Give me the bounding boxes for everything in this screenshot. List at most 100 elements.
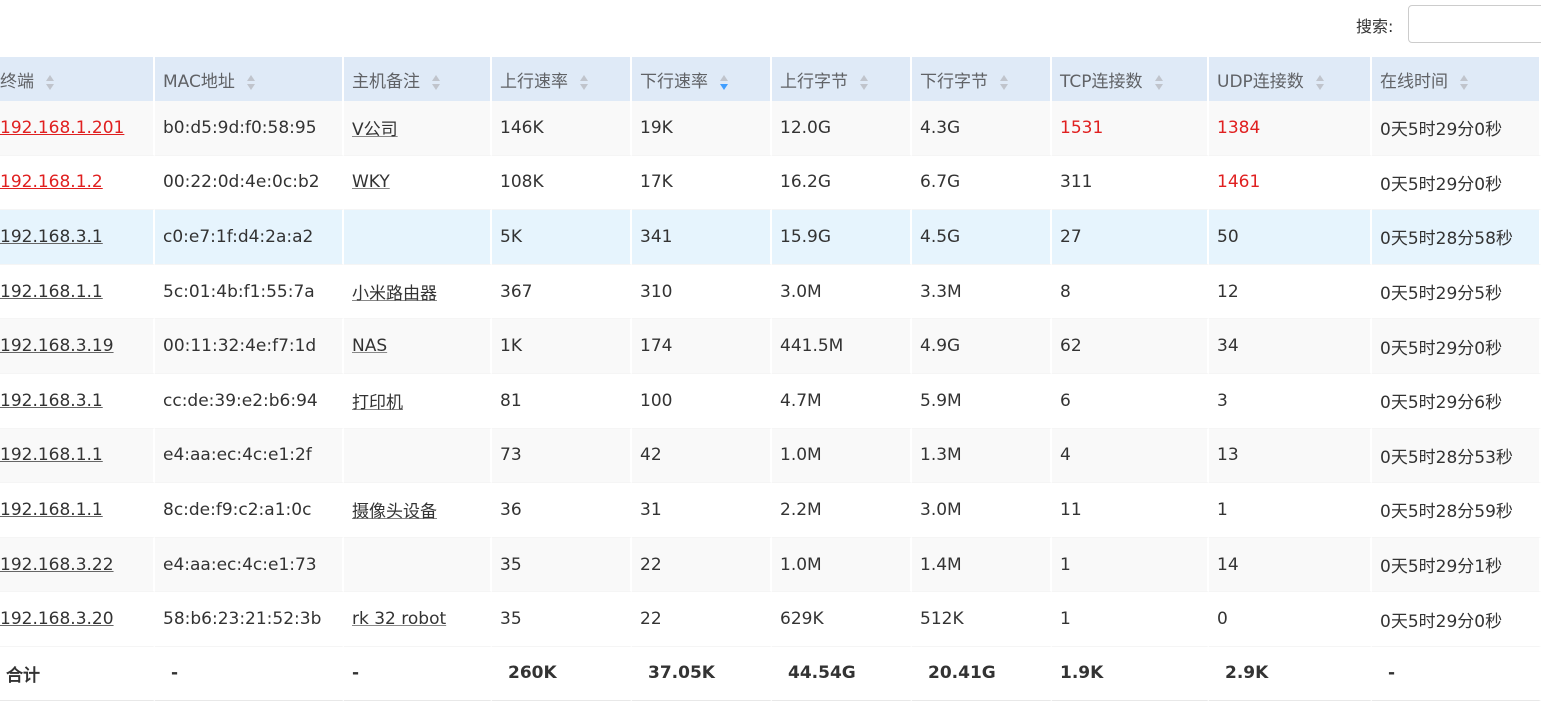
cell-online: 0天5时29分0秒 — [1372, 319, 1541, 374]
cell-down-bytes: 3.3M — [912, 264, 1052, 320]
sort-icon[interactable] — [860, 74, 869, 90]
cell-down-rate: 19K — [632, 101, 772, 156]
column-header-udp[interactable]: UDP连接数 — [1209, 57, 1372, 101]
table-header-row: 终端 MAC地址 主机备注 上行速率 下行速率 上行字节 下行字节 TCP连接数… — [0, 57, 1541, 101]
sort-desc-icon[interactable] — [720, 74, 729, 90]
cell-udp: 0 — [1209, 592, 1372, 647]
column-label: 主机备注 — [352, 71, 420, 92]
table-row: 192.168.1.201 b0:d5:9d:f0:58:95 V公司 146K… — [0, 101, 1541, 156]
column-header-up-rate[interactable]: 上行速率 — [492, 57, 632, 101]
column-header-note[interactable]: 主机备注 — [344, 57, 492, 101]
cell-mac: 5c:01:4b:f1:55:7a — [155, 264, 344, 320]
cell-up-rate: 35 — [492, 592, 632, 647]
ip-link[interactable]: 192.168.1.2 — [0, 172, 103, 192]
cell-up-rate: 36 — [492, 483, 632, 538]
search-label: 搜索: — [1356, 17, 1394, 36]
column-header-mac[interactable]: MAC地址 — [155, 57, 344, 101]
column-header-up-bytes[interactable]: 上行字节 — [772, 57, 912, 101]
cell-udp: 1384 — [1209, 101, 1372, 156]
cell-down-rate: 42 — [632, 428, 772, 484]
column-label: 下行速率 — [640, 71, 708, 92]
cell-up-bytes: 441.5M — [772, 319, 912, 374]
cell-up-rate: 5K — [492, 210, 632, 265]
ip-link[interactable]: 192.168.3.22 — [0, 555, 114, 575]
ip-link[interactable]: 192.168.3.1 — [0, 391, 103, 411]
cell-udp: 13 — [1209, 428, 1372, 484]
cell-ip: 192.168.3.1 — [0, 373, 155, 429]
column-header-down-bytes[interactable]: 下行字节 — [912, 57, 1052, 101]
sort-icon[interactable] — [432, 74, 441, 90]
note-link[interactable]: 摄像头设备 — [352, 502, 437, 522]
totals-label: 合计 — [0, 646, 155, 701]
cell-down-bytes: 1.4M — [912, 537, 1052, 593]
cell-tcp: 311 — [1052, 155, 1209, 211]
cell-down-bytes: 3.0M — [912, 483, 1052, 538]
cell-mac: 00:11:32:4e:f7:1d — [155, 319, 344, 374]
cell-udp: 34 — [1209, 319, 1372, 374]
sort-icon[interactable] — [246, 74, 256, 90]
column-label: UDP连接数 — [1217, 71, 1304, 92]
sort-icon[interactable] — [1000, 74, 1009, 90]
sort-icon[interactable] — [580, 74, 589, 90]
table-row: 192.168.3.1 c0:e7:1f:d4:2a:a2 5K 341 15.… — [0, 210, 1541, 265]
cell-mac: e4:aa:ec:4c:e1:73 — [155, 537, 344, 593]
cell-up-rate: 146K — [492, 101, 632, 156]
ip-link[interactable]: 192.168.3.20 — [0, 609, 114, 629]
cell-online: 0天5时29分6秒 — [1372, 373, 1541, 429]
cell-online: 0天5时29分5秒 — [1372, 264, 1541, 320]
search-input[interactable] — [1408, 5, 1541, 43]
cell-up-bytes: 1.0M — [772, 428, 912, 484]
column-label: 下行字节 — [920, 71, 988, 92]
table-row: 192.168.3.20 58:b6:23:21:52:3b rk 32 rob… — [0, 592, 1541, 647]
sort-icon[interactable] — [1154, 74, 1164, 90]
cell-down-rate: 341 — [632, 210, 772, 265]
ip-link[interactable]: 192.168.3.19 — [0, 336, 114, 356]
cell-ip: 192.168.1.2 — [0, 155, 155, 211]
cell-down-bytes: 4.3G — [912, 101, 1052, 156]
cell-up-bytes: 15.9G — [772, 210, 912, 265]
cell-up-rate: 81 — [492, 373, 632, 429]
column-header-online[interactable]: 在线时间 — [1372, 57, 1541, 101]
cell-up-rate: 367 — [492, 264, 632, 320]
note-link[interactable]: WKY — [352, 172, 390, 192]
totals-down-bytes: 20.41G — [912, 646, 1052, 701]
column-label: 上行字节 — [780, 71, 848, 92]
column-header-terminal[interactable]: 终端 — [0, 57, 155, 101]
cell-tcp: 1 — [1052, 592, 1209, 647]
cell-tcp: 4 — [1052, 428, 1209, 484]
cell-ip: 192.168.3.22 — [0, 537, 155, 593]
ip-link[interactable]: 192.168.3.1 — [0, 227, 103, 247]
cell-tcp: 11 — [1052, 483, 1209, 538]
cell-down-bytes: 5.9M — [912, 373, 1052, 429]
ip-link[interactable]: 192.168.1.1 — [0, 282, 103, 302]
ip-link[interactable]: 192.168.1.201 — [0, 118, 124, 138]
note-link[interactable]: rk 32 robot — [352, 609, 446, 629]
sort-icon[interactable] — [46, 74, 55, 90]
totals-row: 合计 - - 260K 37.05K 44.54G 20.41G 1.9K 2.… — [0, 646, 1541, 701]
cell-down-rate: 310 — [632, 264, 772, 320]
cell-mac: e4:aa:ec:4c:e1:2f — [155, 428, 344, 484]
cell-note: 小米路由器 — [344, 264, 492, 320]
cell-down-rate: 17K — [632, 155, 772, 211]
cell-ip: 192.168.3.19 — [0, 319, 155, 374]
cell-ip: 192.168.3.20 — [0, 592, 155, 647]
sort-icon[interactable] — [1460, 74, 1469, 90]
note-link[interactable]: 小米路由器 — [352, 284, 437, 304]
note-link[interactable]: NAS — [352, 336, 387, 356]
cell-mac: 8c:de:f9:c2:a1:0c — [155, 483, 344, 538]
sort-icon[interactable] — [1315, 74, 1325, 90]
cell-note — [344, 537, 492, 593]
cell-mac: 00:22:0d:4e:0c:b2 — [155, 155, 344, 211]
table-row: 192.168.3.1 cc:de:39:e2:b6:94 打印机 81 100… — [0, 373, 1541, 429]
column-header-down-rate[interactable]: 下行速率 — [632, 57, 772, 101]
note-link[interactable]: V公司 — [352, 120, 398, 140]
ip-link[interactable]: 192.168.1.1 — [0, 500, 103, 520]
cell-down-rate: 100 — [632, 373, 772, 429]
ip-link[interactable]: 192.168.1.1 — [0, 445, 103, 465]
column-header-tcp[interactable]: TCP连接数 — [1052, 57, 1209, 101]
column-label: 上行速率 — [500, 71, 568, 92]
totals-up-rate: 260K — [492, 646, 632, 701]
cell-up-bytes: 16.2G — [772, 155, 912, 211]
note-link[interactable]: 打印机 — [352, 393, 403, 413]
cell-ip: 192.168.3.1 — [0, 210, 155, 265]
